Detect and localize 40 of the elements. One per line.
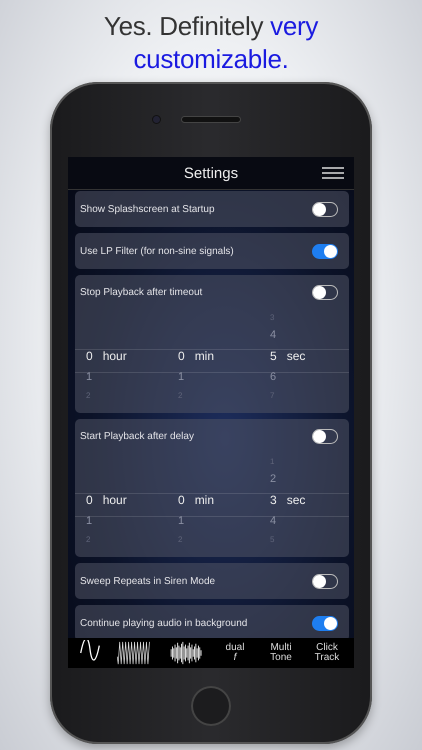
unit-label: hour: [102, 493, 127, 507]
picker-value[interactable]: 1: [178, 371, 184, 383]
picker-value[interactable]: 5: [270, 349, 277, 363]
toggle-switch[interactable]: [312, 574, 338, 588]
setting-label: Sweep Repeats in Siren Mode: [80, 576, 216, 586]
toggle-switch[interactable]: [312, 428, 338, 444]
picker-value[interactable]: 4: [270, 329, 276, 341]
picker-value[interactable]: 1: [86, 371, 92, 383]
tab-button[interactable]: dual f: [218, 643, 252, 663]
picker-value[interactable]: 3: [270, 493, 277, 507]
picker-value[interactable]: 0: [178, 349, 185, 363]
unit-label: sec: [286, 493, 306, 507]
picker-value[interactable]: 0: [178, 493, 185, 507]
speaker-slot: [182, 117, 240, 122]
picker-value[interactable]: 1: [178, 515, 184, 527]
tab-button[interactable]: Multi Tone: [264, 643, 298, 663]
screen-title: Settings: [184, 164, 238, 182]
tab-button[interactable]: Click Track: [310, 643, 344, 663]
toggle-switch[interactable]: [312, 616, 338, 630]
picker-value[interactable]: 0: [86, 349, 93, 363]
setting-label: Use LP Filter (for non-sine signals): [80, 246, 234, 256]
camera-dot: [152, 116, 160, 123]
picker-value[interactable]: 0: [86, 493, 93, 507]
unit-label: hour: [102, 349, 127, 363]
unit-label: min: [194, 349, 214, 363]
picker-value[interactable]: 2: [270, 473, 276, 485]
unit-label: min: [194, 493, 214, 507]
unit-label: sec: [286, 349, 306, 363]
setting-label: Show Splashscreen at Startup: [80, 204, 215, 214]
toggle-switch[interactable]: [312, 202, 338, 216]
headline: Yes. Definitely very customizable.: [102, 10, 320, 76]
picker-value[interactable]: 6: [270, 371, 276, 383]
setting-label: Stop Playback after timeout: [80, 286, 202, 298]
menu-icon[interactable]: [322, 167, 344, 179]
setting-label: Continue playing audio in background: [80, 618, 248, 628]
toggle-switch[interactable]: [312, 244, 338, 258]
picker-value[interactable]: 1: [86, 515, 92, 527]
setting-label: Start Playback after delay: [80, 430, 194, 442]
picker-value[interactable]: 4: [270, 515, 276, 527]
toggle-switch[interactable]: [312, 284, 338, 300]
